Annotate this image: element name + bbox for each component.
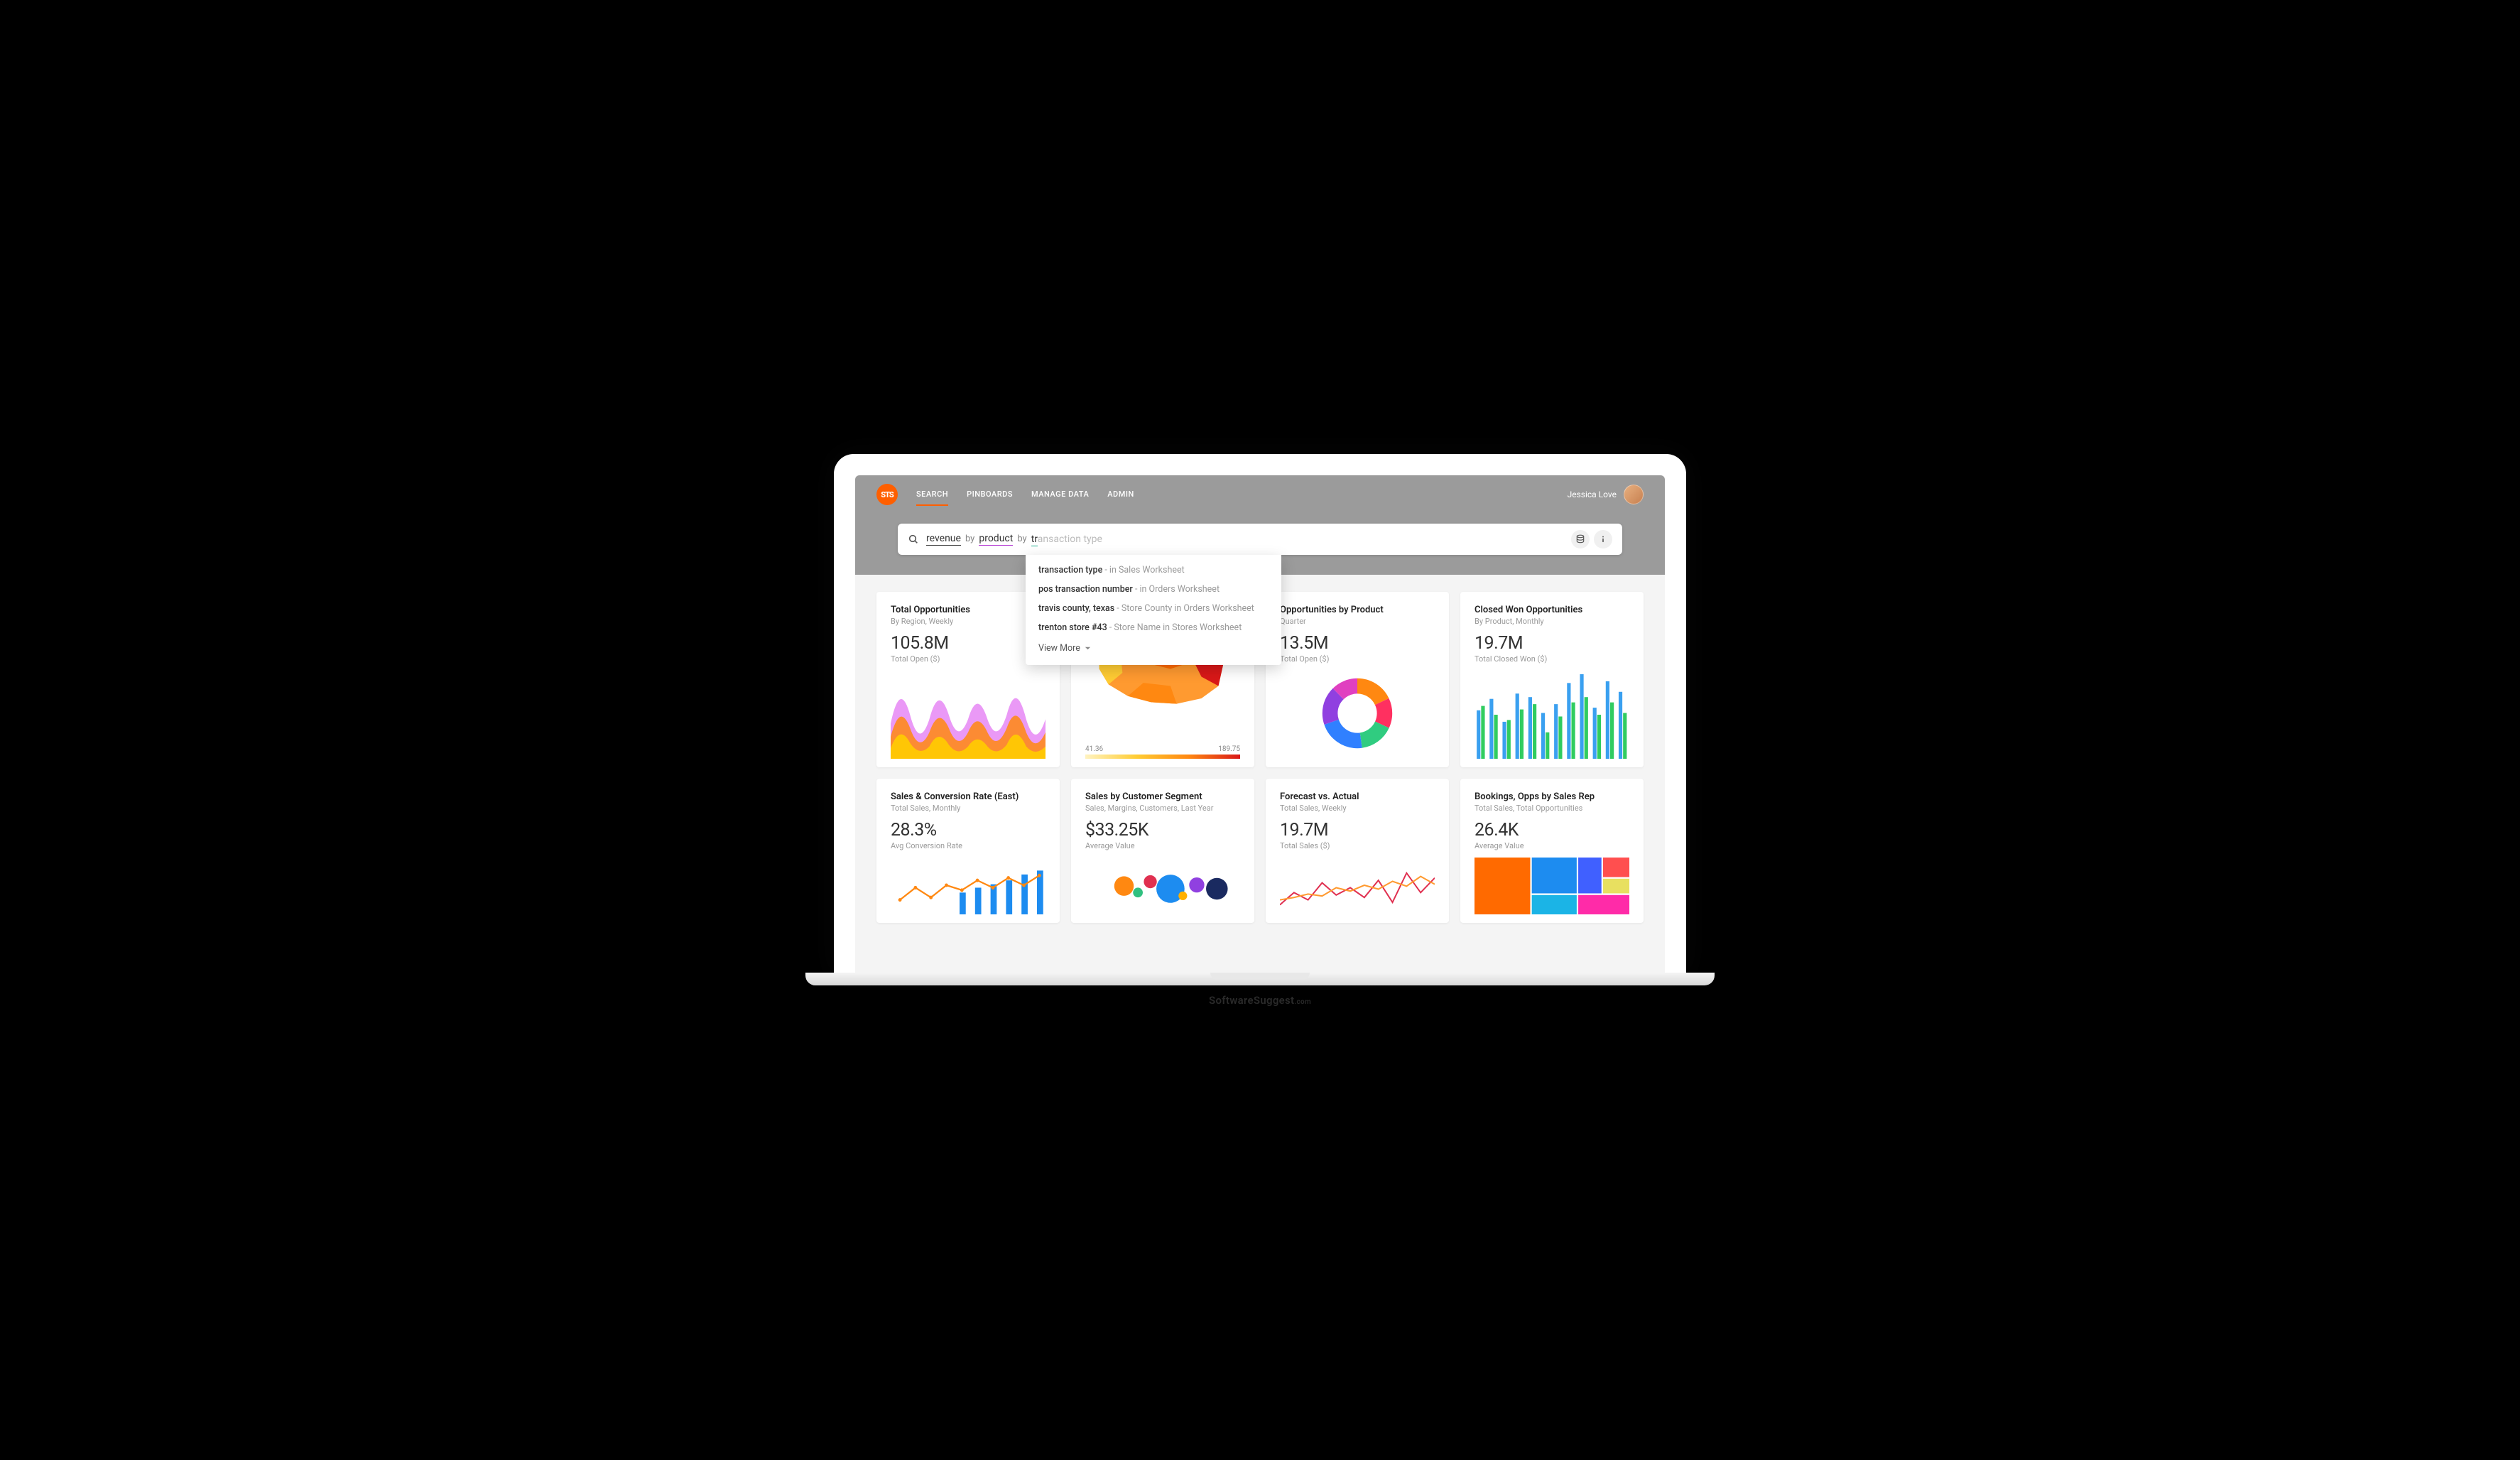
autocomplete-item[interactable]: trenton store #43 - Store Name in Stores… [1026,618,1281,637]
autocomplete-dropdown: transaction type - in Sales Worksheet po… [1026,555,1281,665]
card-value: 19.7M [1474,633,1629,654]
card-conversion-rate[interactable]: Sales & Conversion Rate (East) Total Sal… [876,779,1060,923]
database-icon [1575,534,1585,544]
card-value: 13.5M [1280,633,1435,654]
autocomplete-item[interactable]: travis county, texas - Store County in O… [1026,599,1281,618]
card-value: 105.8M [891,633,1046,654]
card-subtitle: Total Sales, Weekly [1280,804,1435,813]
map-gradient [1085,755,1240,759]
card-opportunities-by-product[interactable]: Opportunities by Product Quarter 13.5M T… [1266,592,1449,767]
card-forecast-actual[interactable]: Forecast vs. Actual Total Sales, Weekly … [1266,779,1449,923]
bubble-chart [1085,858,1240,914]
card-metric: Avg Conversion Rate [891,841,1046,850]
card-subtitle: Total Sales, Monthly [891,804,1046,813]
card-value: 26.4K [1474,820,1629,840]
app-logo[interactable]: STS [876,484,898,505]
card-subtitle: Quarter [1280,617,1435,626]
card-metric: Average Value [1474,841,1629,850]
nav-item-admin[interactable]: ADMIN [1107,484,1134,506]
nav-item-pinboards[interactable]: PINBOARDS [967,484,1013,506]
card-customer-segment[interactable]: Sales by Customer Segment Sales, Margins… [1071,779,1254,923]
card-title: Forecast vs. Actual [1280,791,1435,802]
card-subtitle: Sales, Margins, Customers, Last Year [1085,804,1240,813]
card-value: 19.7M [1280,820,1435,840]
topbar: STS SEARCH PINBOARDS MANAGE DATA ADMIN J… [855,475,1665,575]
search-token-partial: tr [1031,534,1038,546]
chevron-down-icon [1085,645,1091,651]
card-metric: Total Open ($) [1280,654,1435,664]
search-token-by: by [965,534,974,544]
search-bar[interactable]: revenue by product by transaction type t… [898,524,1622,555]
card-metric: Total Open ($) [891,654,1046,664]
card-title: Sales & Conversion Rate (East) [891,791,1046,802]
user-name: Jessica Love [1568,490,1617,499]
watermark: SoftwareSuggest.com [1209,994,1311,1007]
card-subtitle: By Region, Weekly [891,617,1046,626]
info-icon [1598,534,1608,544]
search-token: revenue [926,533,961,546]
user-menu[interactable]: Jessica Love [1568,485,1644,504]
search-icon [908,534,919,545]
card-title: Closed Won Opportunities [1474,605,1629,615]
card-title: Opportunities by Product [1280,605,1435,615]
search-token-by: by [1017,534,1026,544]
card-title: Sales by Customer Segment [1085,791,1240,802]
search-ghost-text: ansaction type [1038,534,1102,545]
card-subtitle: By Product, Monthly [1474,617,1629,626]
data-source-button[interactable] [1571,530,1590,548]
laptop-frame: STS SEARCH PINBOARDS MANAGE DATA ADMIN J… [834,454,1686,973]
card-bookings-reps[interactable]: Bookings, Opps by Sales Rep Total Sales,… [1460,779,1644,923]
map-legend: 41.36189.75 [1085,745,1240,753]
card-value: 28.3% [891,820,1046,840]
app-screen: STS SEARCH PINBOARDS MANAGE DATA ADMIN J… [855,475,1665,973]
nav-item-search[interactable]: SEARCH [916,484,948,506]
treemap-chart [1474,858,1629,914]
avatar [1624,485,1644,504]
donut-chart [1280,671,1435,759]
search-tokens: revenue by product by transaction type [926,533,1564,546]
card-metric: Average Value [1085,841,1240,850]
autocomplete-item[interactable]: transaction type - in Sales Worksheet [1026,561,1281,580]
card-value: $33.25K [1085,820,1240,840]
area-chart [891,671,1046,759]
search-token: product [979,533,1013,546]
autocomplete-view-more[interactable]: View More [1026,637,1281,659]
laptop-base [805,973,1715,985]
info-button[interactable] [1594,530,1612,548]
card-closed-won[interactable]: Closed Won Opportunities By Product, Mon… [1460,592,1644,767]
grouped-bar-chart [1474,671,1629,759]
card-metric: Total Closed Won ($) [1474,654,1629,664]
card-title: Bookings, Opps by Sales Rep [1474,791,1629,802]
line-bar-chart [891,858,1046,914]
card-metric: Total Sales ($) [1280,841,1435,850]
card-title: Total Opportunities [891,605,1046,615]
autocomplete-item[interactable]: pos transaction number - in Orders Works… [1026,580,1281,599]
multi-line-chart [1280,858,1435,914]
nav-item-manage-data[interactable]: MANAGE DATA [1031,484,1089,506]
nav: STS SEARCH PINBOARDS MANAGE DATA ADMIN J… [876,475,1644,506]
card-subtitle: Total Sales, Total Opportunities [1474,804,1629,813]
